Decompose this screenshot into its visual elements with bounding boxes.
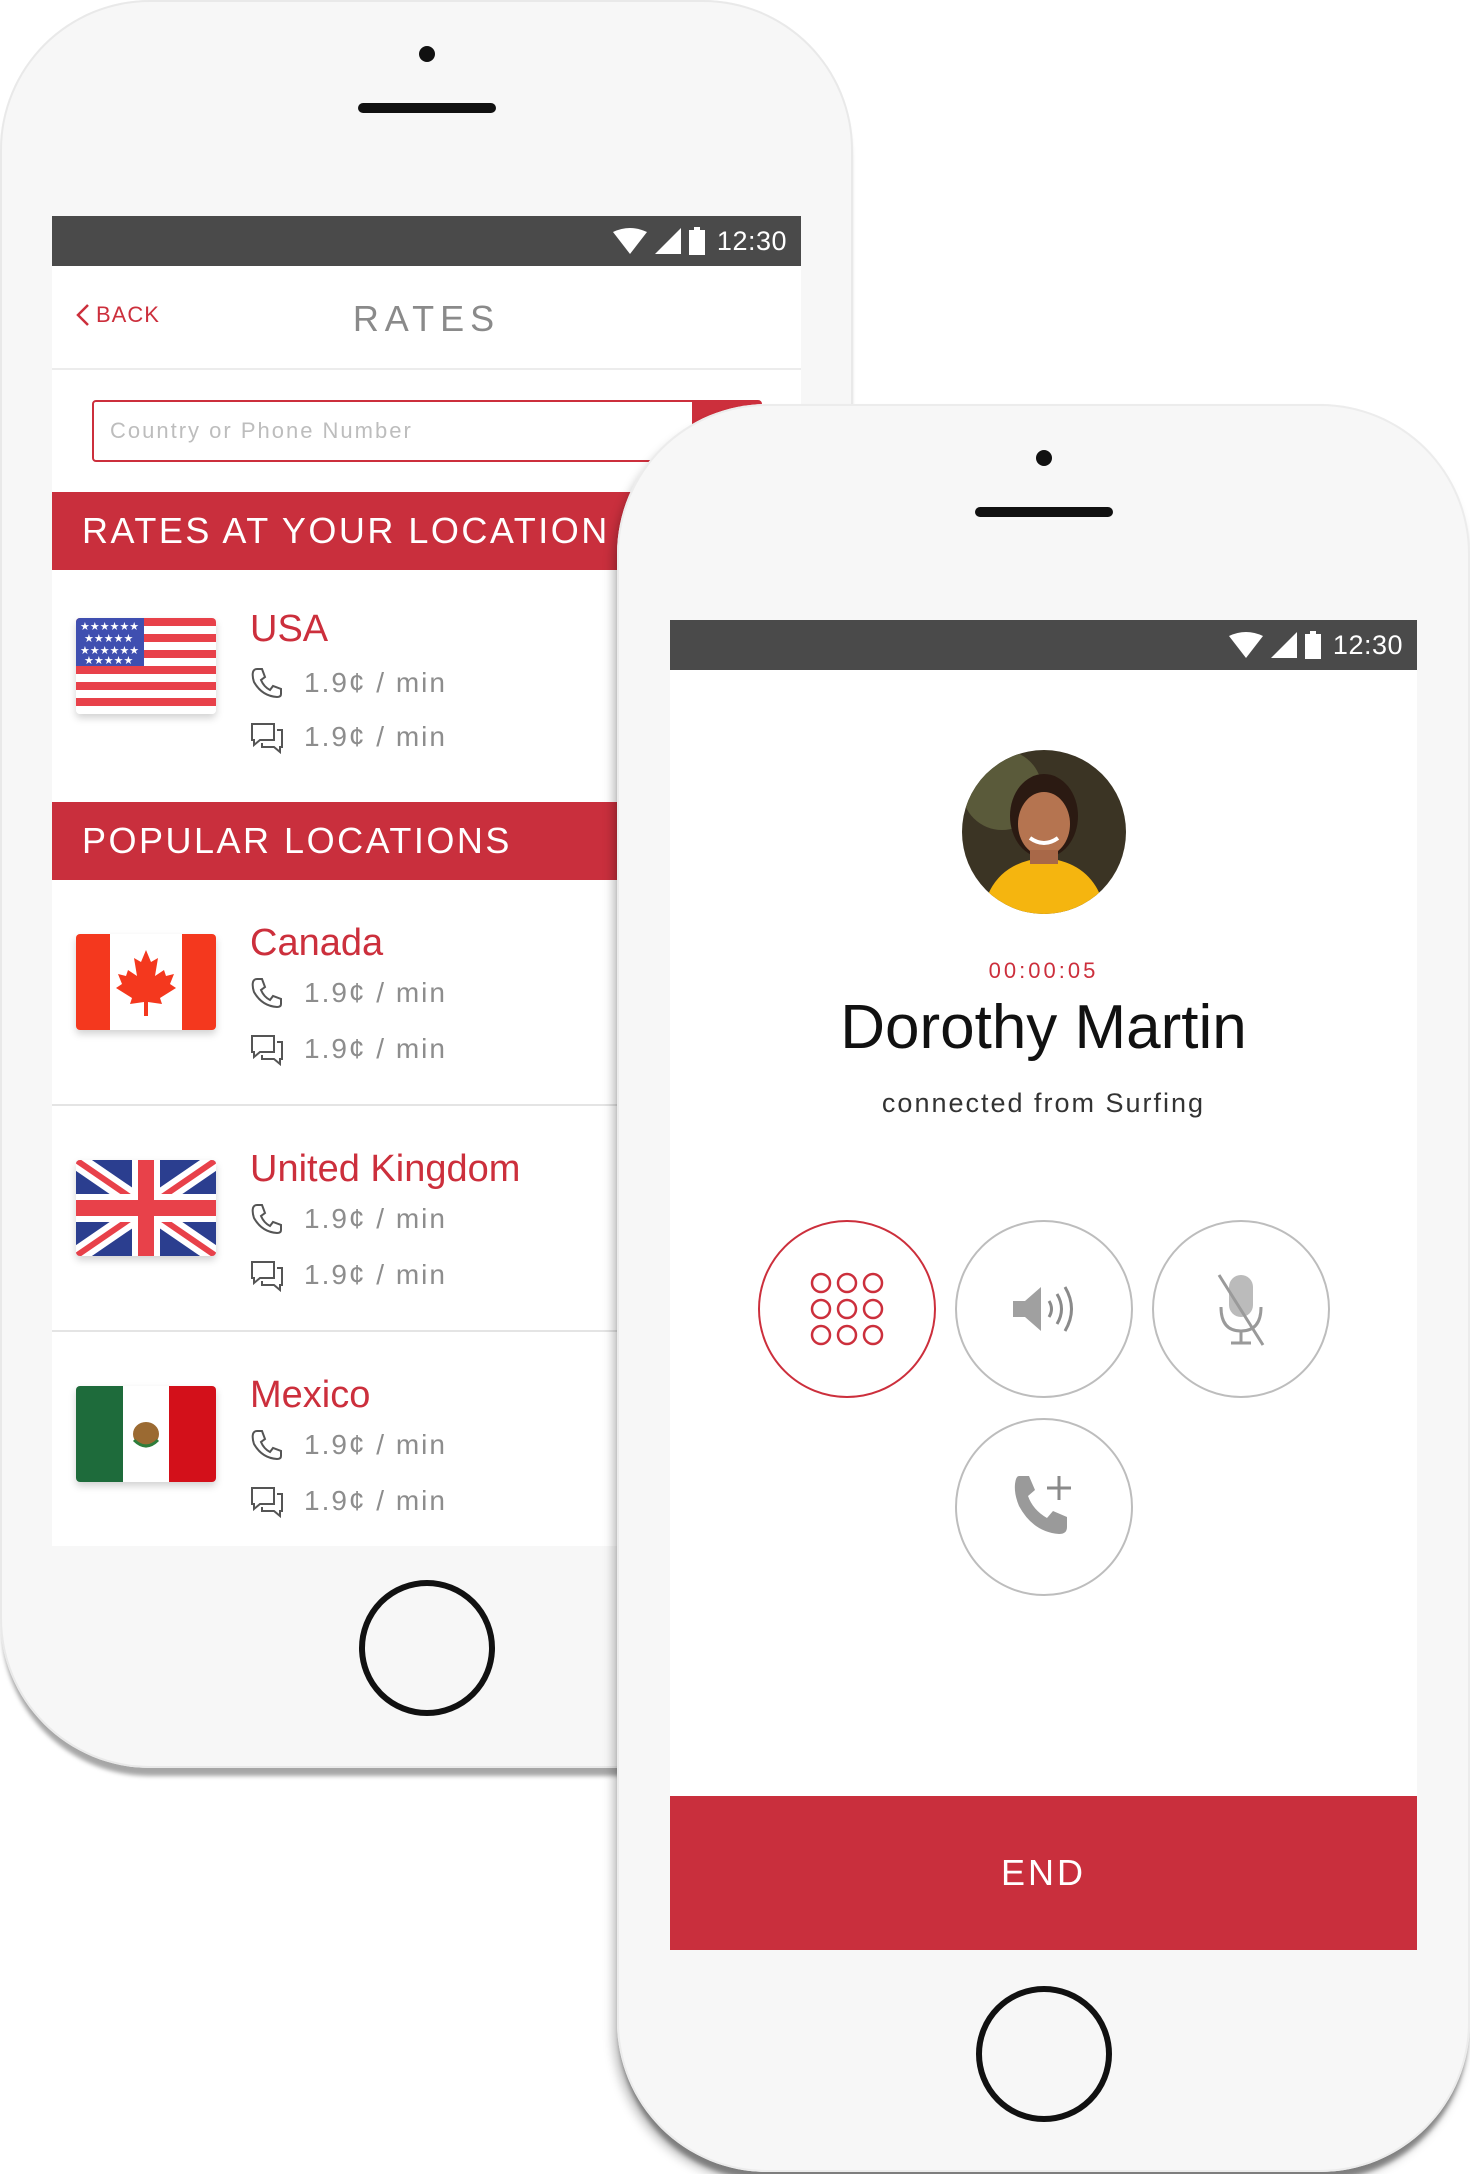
wifi-icon: [612, 228, 647, 254]
uk-flag-icon: [76, 1160, 216, 1256]
sms-rate-value: 1.9¢ / min: [304, 721, 447, 752]
location-name: Canada: [250, 922, 384, 964]
canada-flag-icon: [76, 934, 216, 1030]
call-screen: 12:30 00:00:05 Dorothy Martin connected …: [670, 620, 1417, 1950]
keypad-icon: [810, 1272, 884, 1346]
keypad-button[interactable]: [758, 1220, 936, 1398]
mute-button[interactable]: [1152, 1220, 1330, 1398]
mexico-flag-icon: [76, 1386, 216, 1482]
signal-icon: [654, 228, 681, 254]
message-icon: [251, 723, 283, 754]
call-info: 00:00:05 Dorothy Martin connected from S…: [670, 670, 1417, 1950]
phone-call: 12:30 00:00:05 Dorothy Martin connected …: [617, 404, 1470, 2172]
call-rate: 1.9¢ / min: [250, 976, 447, 1010]
front-camera: [1035, 450, 1052, 466]
status-time: 12:30: [1332, 629, 1403, 660]
home-button[interactable]: [358, 1580, 495, 1716]
signal-icon: [1270, 632, 1297, 658]
location-name: USA: [250, 608, 329, 650]
search-input[interactable]: [92, 400, 732, 462]
wifi-icon: [1228, 632, 1263, 658]
call-rate: 1.9¢ / min: [250, 1428, 447, 1462]
status-bar: 12:30: [52, 216, 801, 266]
call-rate: 1.9¢ / min: [250, 666, 447, 700]
rates-header: BACK RATES: [52, 266, 801, 370]
speaker-button[interactable]: [955, 1220, 1133, 1398]
battery-icon: [1304, 631, 1321, 659]
call-timer: 00:00:05: [988, 958, 1099, 983]
caller-name: Dorothy Martin: [840, 993, 1247, 1062]
call-rate: 1.9¢ / min: [250, 1202, 447, 1236]
message-icon: [251, 1487, 283, 1518]
phone-icon: [251, 1430, 282, 1461]
home-button[interactable]: [975, 1986, 1112, 2122]
sms-rate-value: 1.9¢ / min: [304, 1485, 447, 1516]
svg-text:★★★★★: ★★★★★: [84, 654, 133, 667]
usa-flag-icon: ★★★★★★ ★★★★★ ★★★★★★ ★★★★★: [76, 618, 216, 714]
connection-status: connected from Surfing: [881, 1088, 1206, 1118]
location-name: United Kingdom: [250, 1148, 521, 1190]
sms-rate: 1.9¢ / min: [250, 1258, 447, 1292]
phone-icon: [251, 978, 282, 1009]
sms-rate: 1.9¢ / min: [250, 1032, 447, 1066]
add-call-button[interactable]: [955, 1418, 1133, 1596]
call-rate-value: 1.9¢ / min: [304, 1203, 447, 1234]
earpiece-speaker: [974, 507, 1113, 517]
status-bar: 12:30: [670, 620, 1417, 670]
page-title: RATES: [352, 298, 501, 339]
call-rate-value: 1.9¢ / min: [304, 1429, 447, 1460]
sms-rate: 1.9¢ / min: [250, 720, 447, 754]
front-camera: [418, 46, 435, 62]
location-name: Mexico: [250, 1374, 371, 1416]
phone-icon: [251, 1204, 282, 1235]
avatar: [961, 750, 1126, 914]
message-icon: [251, 1035, 283, 1066]
call-rate-value: 1.9¢ / min: [304, 977, 447, 1008]
battery-icon: [688, 227, 705, 255]
status-time: 12:30: [716, 225, 787, 256]
sms-rate-value: 1.9¢ / min: [304, 1259, 447, 1290]
sms-rate: 1.9¢ / min: [250, 1484, 447, 1518]
mute-icon: [1217, 1274, 1265, 1346]
earpiece-speaker: [357, 103, 496, 113]
add-call-icon: [1014, 1476, 1071, 1534]
call-rate-value: 1.9¢ / min: [304, 667, 447, 698]
message-icon: [251, 1261, 283, 1292]
phone-icon: [251, 668, 282, 699]
end-call-button[interactable]: END: [670, 1796, 1417, 1950]
speaker-icon: [1013, 1286, 1073, 1332]
sms-rate-value: 1.9¢ / min: [304, 1033, 447, 1064]
